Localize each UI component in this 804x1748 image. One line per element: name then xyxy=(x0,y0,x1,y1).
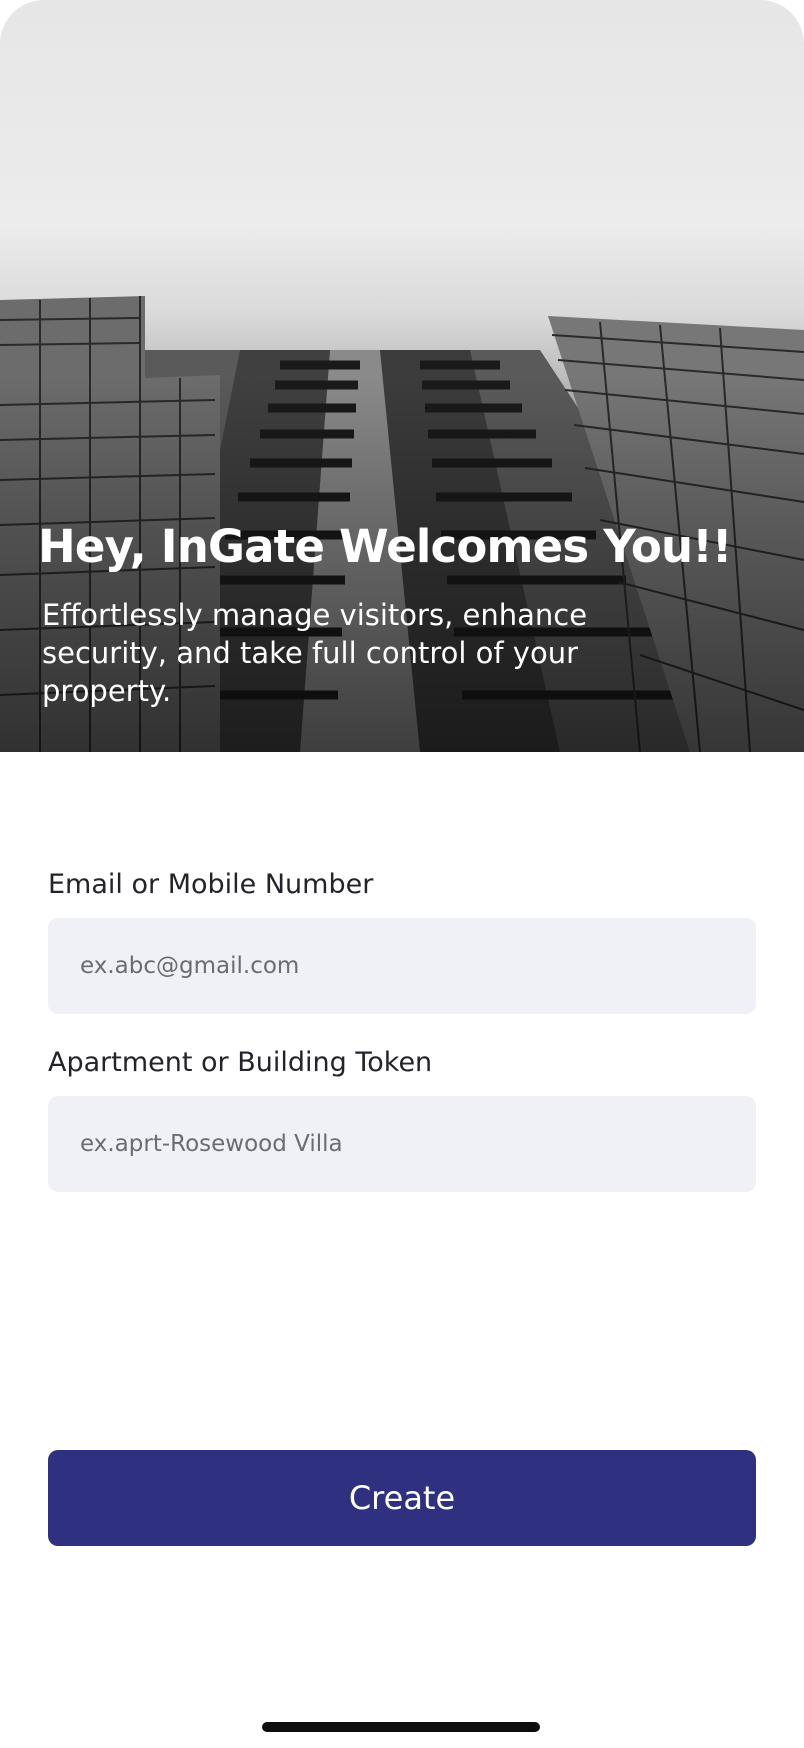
hero-banner: Hey, InGate Welcomes You!! Effortlessly … xyxy=(0,0,804,752)
create-button[interactable]: Create xyxy=(48,1450,756,1546)
email-or-mobile-input[interactable] xyxy=(48,918,756,1014)
signup-screen: Hey, InGate Welcomes You!! Effortlessly … xyxy=(0,0,804,1748)
token-field-label: Apartment or Building Token xyxy=(48,1047,433,1078)
home-indicator xyxy=(262,1722,540,1732)
building-token-input[interactable] xyxy=(48,1096,756,1192)
hero-subtitle: Effortlessly manage visitors, enhance se… xyxy=(42,598,588,708)
hero-title: Hey, InGate Welcomes You!! xyxy=(38,520,732,573)
email-field-label: Email or Mobile Number xyxy=(48,869,374,900)
